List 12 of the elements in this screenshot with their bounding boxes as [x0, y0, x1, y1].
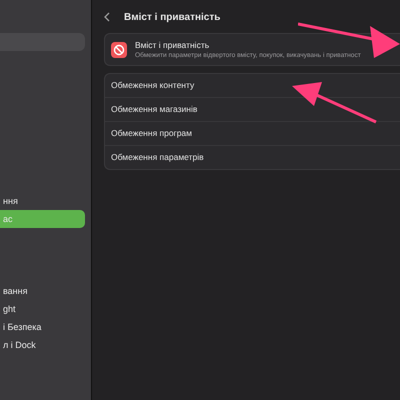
sidebar-item[interactable]: вання [0, 282, 85, 300]
list-row[interactable]: Обмеження параметрів [105, 145, 400, 169]
page-title: Вміст і приватність [124, 12, 220, 22]
back-icon[interactable] [104, 12, 110, 22]
list-row[interactable]: Обмеження програм [105, 121, 400, 145]
summary-title: Вміст і приватність [135, 40, 210, 50]
sidebar-item[interactable]: ght [0, 300, 85, 318]
list-row[interactable]: Обмеження контенту [105, 74, 400, 97]
sidebar-item[interactable]: л і Dock [0, 336, 85, 354]
prohibited-icon [111, 42, 127, 58]
sidebar-item[interactable]: і Безпека [0, 318, 85, 336]
sidebar-item[interactable]: ння [0, 192, 85, 210]
